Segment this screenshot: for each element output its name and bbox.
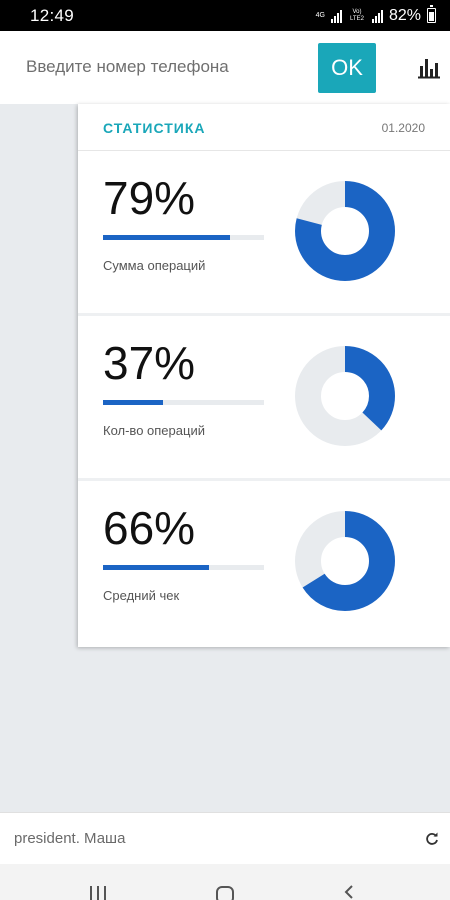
network-type-label: 4G [315, 12, 325, 19]
signal-icon-2 [371, 9, 383, 23]
stat-label: Сумма операций [103, 258, 206, 273]
stat-card-count: 37% Кол-во операций [78, 316, 450, 481]
donut-chart [295, 181, 395, 281]
statistics-header: СТАТИСТИКА 01.2020 [78, 104, 450, 151]
ok-button[interactable]: OK [318, 43, 376, 93]
status-bar: 12:49 4G Vo) LTE2 82% [0, 0, 450, 31]
statistics-date[interactable]: 01.2020 [382, 121, 425, 135]
status-time: 12:49 [30, 5, 75, 25]
progress-fill [103, 235, 231, 240]
progress-track [103, 565, 264, 570]
bar-chart-icon[interactable] [417, 57, 441, 79]
status-icons: 4G Vo) LTE2 82% [316, 5, 436, 25]
system-nav-bar [0, 864, 450, 900]
statistics-panel: СТАТИСТИКА 01.2020 79% Сумма операций 37… [78, 104, 450, 647]
signal-icon [330, 9, 342, 23]
recents-icon[interactable] [88, 884, 108, 900]
battery-icon [427, 5, 436, 23]
stat-card-average: 66% Средний чек [78, 481, 450, 646]
back-icon[interactable] [342, 884, 356, 900]
stat-label: Средний чек [103, 588, 180, 603]
stat-value: 66% [103, 502, 196, 554]
stat-card-sum: 79% Сумма операций [78, 151, 450, 316]
progress-fill [103, 400, 163, 405]
refresh-icon[interactable] [424, 831, 440, 847]
donut-chart [295, 346, 395, 446]
network-type-icon: 4G [316, 12, 325, 19]
stat-value: 79% [103, 172, 196, 224]
stat-value: 37% [103, 337, 196, 389]
stat-label: Кол-во операций [103, 423, 205, 438]
donut-chart [295, 511, 395, 611]
volte-label: Vo) LTE2 [350, 8, 364, 22]
progress-fill [103, 565, 210, 570]
home-icon[interactable] [214, 884, 236, 900]
statistics-title: СТАТИСТИКА [103, 120, 206, 136]
volte-icon: Vo) LTE2 [348, 9, 366, 23]
progress-track [103, 235, 264, 240]
current-user: president. Маша [14, 830, 126, 847]
footer-bar: president. Маша [0, 812, 450, 864]
phone-number-input[interactable] [26, 57, 296, 77]
top-app-bar: OK [0, 31, 450, 104]
battery-percent: 82% [388, 6, 421, 24]
progress-track [103, 400, 264, 405]
